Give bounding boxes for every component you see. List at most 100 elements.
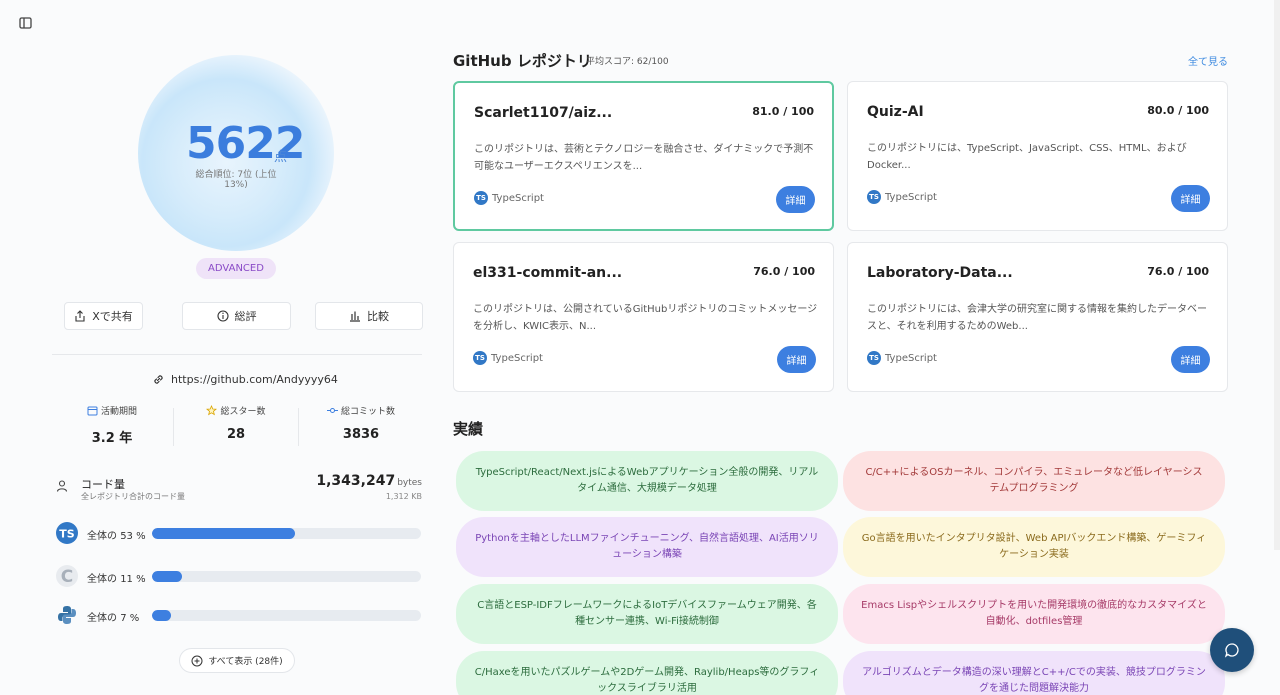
repo-detail-button[interactable]: 詳細 xyxy=(1171,346,1210,373)
lang-bar xyxy=(152,610,421,621)
repo-card[interactable]: Laboratory-Data... 76.0 / 100 このリポジトリには、… xyxy=(847,242,1228,392)
repo-lang: TS TypeScript xyxy=(474,191,544,205)
chat-icon xyxy=(1224,643,1239,658)
code-subtitle: 全レポジトリ合計のコード量 xyxy=(81,492,185,501)
repo-desc: このリポジトリは、公開されているGitHubリポジトリのコミットメッセージを分析… xyxy=(473,304,818,332)
achievement-item: アルゴリズムとデータ構造の深い理解とC++/Cでの実装、競技プログラミングを通じ… xyxy=(843,651,1225,695)
stat-separator xyxy=(173,408,174,446)
lang-bar xyxy=(152,571,421,582)
code-kb: 1,312 KB xyxy=(385,492,422,501)
achievement-item: Emacs Lispやシェルスクリプトを用いた開発環境の徹底的なカスタマイズと自… xyxy=(843,584,1225,644)
chat-button[interactable] xyxy=(1210,628,1254,672)
lang-bar xyxy=(152,528,421,539)
star-icon xyxy=(206,405,218,416)
lang-bar-fill xyxy=(152,610,171,621)
repo-detail-button[interactable]: 詳細 xyxy=(776,186,815,213)
stat-separator xyxy=(298,408,299,446)
repo-card[interactable]: Quiz-AI 80.0 / 100 このリポジトリには、TypeScript、… xyxy=(847,81,1228,231)
stat-value: 3.2 年 xyxy=(91,431,133,446)
compare-label: 比較 xyxy=(367,310,389,323)
score-unit: 点 xyxy=(274,150,288,165)
repo-name: Quiz-AI xyxy=(867,104,924,120)
stat-label: 活動期間 xyxy=(100,407,137,417)
svg-text:TS: TS xyxy=(59,528,75,541)
repo-lang: TS TypeScript xyxy=(867,351,937,365)
review-label: 総評 xyxy=(234,310,257,323)
typescript-icon: TS xyxy=(867,351,881,365)
stat-activity: 活動期間 3.2 年 xyxy=(52,404,172,446)
stat-label: 総スター数 xyxy=(220,407,266,417)
repo-card[interactable]: Scarlet1107/aiz... 81.0 / 100 このリポジトリは、芸… xyxy=(453,81,834,231)
repo-score: 80.0 / 100 xyxy=(1147,104,1209,117)
svg-text:C: C xyxy=(61,567,73,587)
achievements-title: 実績 xyxy=(453,420,484,438)
achievement-item: Go言語を用いたインタプリタ設計、Web APIバックエンド構築、ゲーミフィケー… xyxy=(843,517,1225,577)
github-url: https://github.com/Andyyyy64 xyxy=(171,373,338,386)
lang-row-python: 全体の 7 % xyxy=(56,604,422,626)
see-all-link[interactable]: 全て見る xyxy=(1188,53,1228,68)
divider xyxy=(52,354,422,355)
typescript-icon: TS xyxy=(867,190,881,204)
lang-row-c: C 全体の 11 % xyxy=(56,565,422,587)
show-all-button[interactable]: すべて表示 (28件) xyxy=(179,648,295,673)
c-lang-icon: C xyxy=(56,565,78,587)
calendar-icon xyxy=(87,406,98,416)
stat-stars: 総スター数 28 xyxy=(176,404,296,442)
lang-percent: 全体の 11 % xyxy=(87,574,146,585)
plus-circle-icon xyxy=(191,655,203,666)
repo-name: Laboratory-Data... xyxy=(867,265,1013,281)
achievement-item: C/Haxeを用いたパズルゲームや2Dゲーム開発、Raylib/Heaps等のグ… xyxy=(456,651,838,695)
profile-panel: 5622 点 総合順位: 7位 (上位 13%) ADVANCED Xで共有 総… xyxy=(52,0,424,695)
lang-bar-fill xyxy=(152,528,295,539)
python-icon xyxy=(58,606,76,624)
show-all-label: すべて表示 (28件) xyxy=(208,657,283,667)
repo-avg-score: 平均スコア: 62/100 xyxy=(586,57,669,67)
repo-score: 81.0 / 100 xyxy=(752,105,814,118)
share-icon xyxy=(75,310,85,322)
sidebar-toggle-icon[interactable] xyxy=(17,14,35,32)
share-x-button[interactable]: Xで共有 xyxy=(64,302,143,330)
repo-score: 76.0 / 100 xyxy=(753,265,815,278)
review-button[interactable]: 総評 xyxy=(182,302,291,330)
github-link[interactable]: https://github.com/Andyyyy64 xyxy=(152,373,338,386)
share-label: Xで共有 xyxy=(92,310,133,323)
code-total: 1,343,247 bytes xyxy=(316,473,422,489)
achievement-item: TypeScript/React/Next.jsによるWebアプリケーション全般… xyxy=(456,451,838,511)
repo-desc: このリポジトリには、会津大学の研究室に関する情報を集約したデータベースと、それを… xyxy=(867,304,1207,332)
commit-icon xyxy=(326,408,338,413)
repo-lang: TS TypeScript xyxy=(867,190,937,204)
user-icon xyxy=(56,480,68,492)
level-badge: ADVANCED xyxy=(196,258,276,279)
repo-detail-button[interactable]: 詳細 xyxy=(1171,185,1210,212)
score-rank: 総合順位: 7位 (上位 13%) xyxy=(195,170,277,190)
lang-row-typescript: TS 全体の 53 % xyxy=(56,522,422,544)
compare-button[interactable]: 比較 xyxy=(315,302,423,330)
typescript-icon: TS xyxy=(474,191,488,205)
achievement-item: C言語とESP-IDFフレームワークによるIoTデバイスファームウェア開発、各種… xyxy=(456,584,838,644)
typescript-icon: TS xyxy=(56,522,78,544)
stat-label: 総コミット数 xyxy=(340,407,395,417)
info-icon xyxy=(216,310,229,322)
scrollbar[interactable] xyxy=(1274,0,1280,550)
achievement-item: C/C++によるOSカーネル、コンパイラ、エミュレータなど低レイヤーシステムプロ… xyxy=(843,451,1225,511)
lang-bar-fill xyxy=(152,571,182,582)
repo-lang: TS TypeScript xyxy=(473,351,543,365)
repo-score: 76.0 / 100 xyxy=(1147,265,1209,278)
repo-desc: このリポジトリは、芸術とテクノロジーを融合させ、ダイナミックで予測不可能なユーザ… xyxy=(474,144,814,172)
code-title: コード量 xyxy=(81,478,125,491)
stat-value: 28 xyxy=(226,427,246,442)
repo-section-title: GitHub レポジトリ xyxy=(453,52,592,70)
repo-name: Scarlet1107/aiz... xyxy=(474,105,613,121)
repo-name: el331-commit-an... xyxy=(473,265,623,281)
repo-desc: このリポジトリには、TypeScript、JavaScript、CSS、HTML… xyxy=(867,143,1187,171)
stat-commits: 総コミット数 3836 xyxy=(301,404,421,442)
typescript-icon: TS xyxy=(473,351,487,365)
lang-percent: 全体の 53 % xyxy=(87,531,146,542)
bar-chart-icon xyxy=(350,311,360,322)
repo-detail-button[interactable]: 詳細 xyxy=(777,346,816,373)
achievement-item: Pythonを主軸としたLLMファインチューニング、自然言語処理、AI活用ソリュ… xyxy=(456,517,838,577)
lang-percent: 全体の 7 % xyxy=(87,613,140,624)
repo-card[interactable]: el331-commit-an... 76.0 / 100 このリポジトリは、公… xyxy=(453,242,834,392)
stat-value: 3836 xyxy=(342,427,380,442)
link-icon xyxy=(154,375,163,384)
